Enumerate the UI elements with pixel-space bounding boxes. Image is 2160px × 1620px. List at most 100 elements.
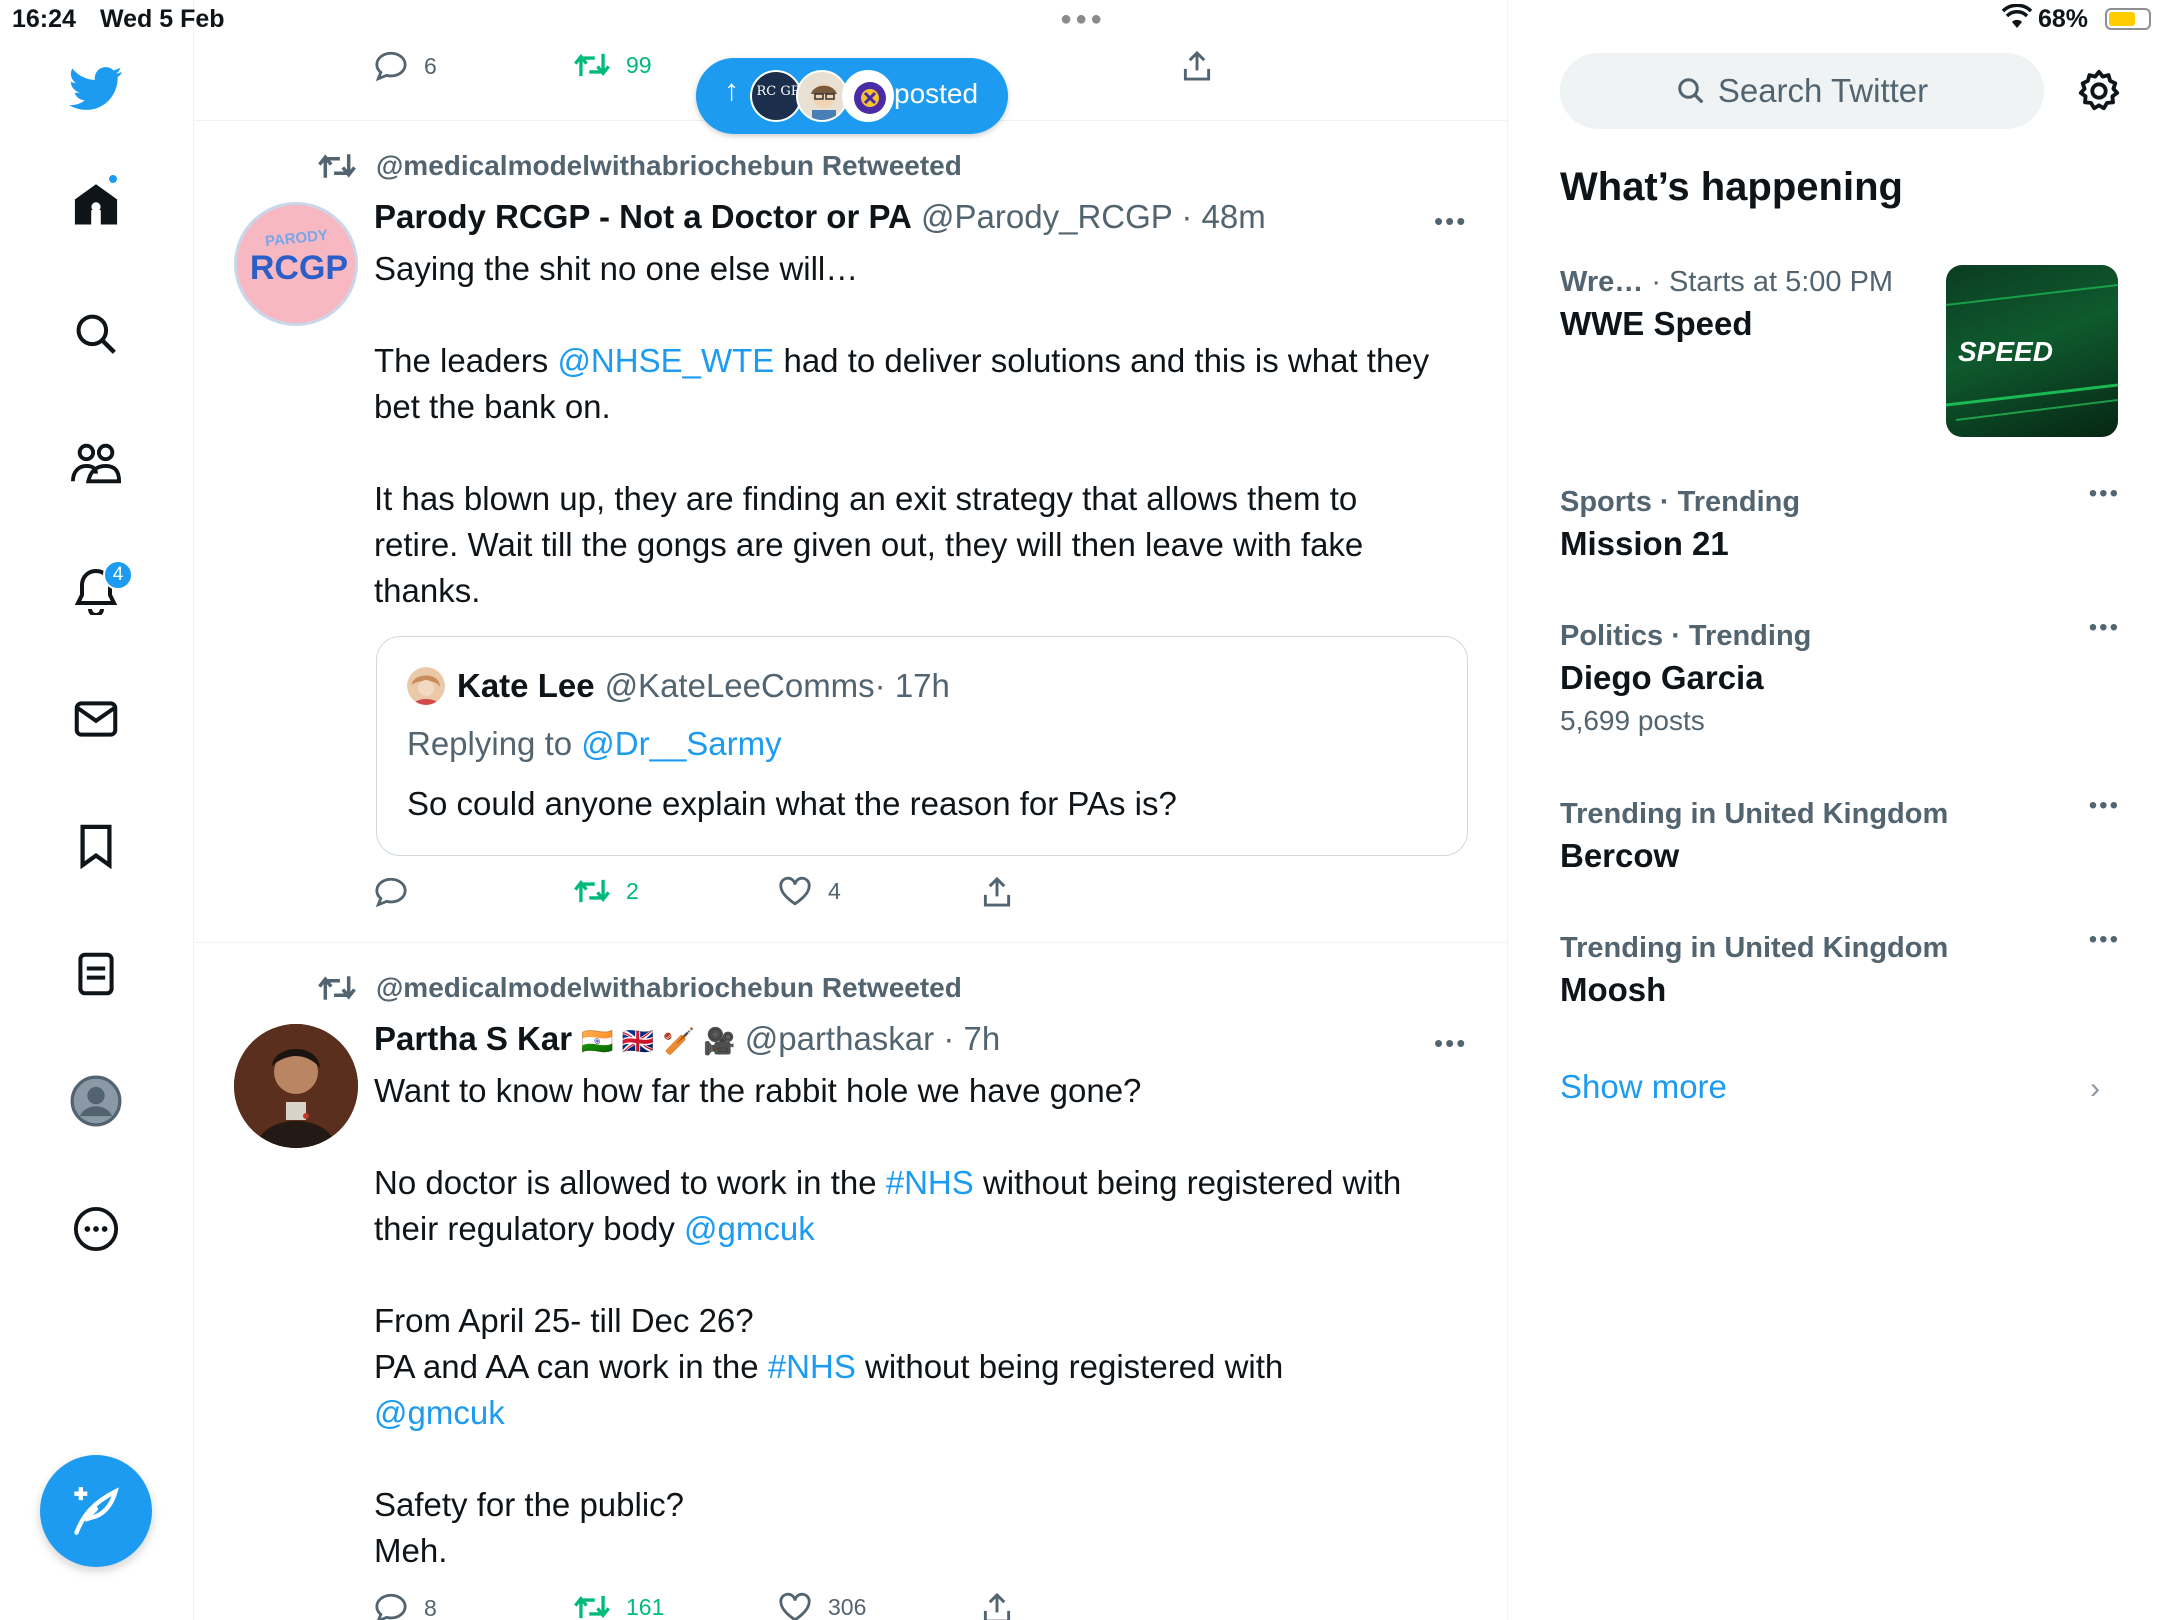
retweet-icon	[574, 53, 610, 77]
share-button[interactable]	[982, 1592, 1028, 1620]
retweeted-by-line: @medicalmodelwithabriochebun Retweeted	[318, 150, 962, 182]
multitasking-dots-icon[interactable]: ●●●	[1060, 8, 1105, 31]
like-button[interactable]: 306	[778, 1592, 866, 1620]
chevron-right-icon[interactable]: ›	[2090, 1072, 2100, 1106]
messages-icon[interactable]	[65, 688, 127, 750]
like-button[interactable]: 4	[778, 876, 841, 906]
trend-item[interactable]: Wre… · Starts at 5:00 PM WWE Speed	[1560, 266, 1940, 343]
mention-link[interactable]: @NHSE_WTE	[557, 342, 774, 379]
show-more-link[interactable]: Show more	[1560, 1068, 1727, 1106]
battery-percent: 68%	[2038, 5, 2089, 33]
author-handle[interactable]: @Parody_RCGP	[921, 198, 1172, 235]
profile-avatar-icon[interactable]	[65, 1070, 127, 1132]
tweet-line-blank	[374, 1252, 1454, 1298]
trend-category: Trending in United Kingdom	[1560, 798, 1949, 830]
quoted-tweet[interactable]: Kate Lee @KateLeeComms · 17h Replying to…	[376, 636, 1468, 856]
trend-item[interactable]: Sports · Trending Mission 21 •••	[1560, 480, 2120, 563]
lists-icon[interactable]	[65, 943, 127, 1005]
home-icon[interactable]	[65, 173, 127, 235]
bookmarks-icon[interactable]	[65, 815, 127, 877]
quote-author-handle[interactable]: @KateLeeComms	[605, 667, 875, 705]
tweet-time[interactable]: · 7h	[943, 1020, 1000, 1057]
tweet-line: Meh.	[374, 1532, 448, 1569]
tweet-line: thanks.	[374, 572, 481, 609]
arrow-up-icon: ↑	[724, 74, 739, 107]
tweet-actions: 8 161 306	[374, 1592, 1234, 1620]
quote-avatar[interactable]	[407, 667, 445, 705]
trend-title: Diego Garcia	[1560, 659, 1764, 696]
reply-button[interactable]: 8	[374, 1592, 437, 1620]
trend-context: Politics · Trending	[1560, 620, 2120, 653]
retweet-button[interactable]: 161	[574, 1592, 664, 1620]
explore-icon[interactable]	[65, 303, 127, 365]
trend-category: Sports	[1560, 486, 1652, 518]
tweet-line: retire. Wait till the gongs are given ou…	[374, 526, 1364, 563]
trend-title: Bercow	[1560, 837, 1680, 874]
notifications-icon[interactable]: 4	[65, 560, 133, 622]
tweet-text-segment: without being registered with	[973, 1164, 1402, 1201]
quote-replying-to: Replying to @Dr__Sarmy	[407, 725, 782, 763]
trend-more-icon[interactable]: •••	[2089, 614, 2120, 642]
tweet-text-segment: their regulatory body	[374, 1210, 685, 1247]
trend-item[interactable]: Politics · Trending Diego Garcia 5,699 p…	[1560, 614, 2120, 737]
author-name[interactable]: Parody RCGP - Not a Doctor or PA	[374, 198, 912, 235]
share-button[interactable]	[1182, 50, 1228, 82]
twitter-logo-icon[interactable]	[65, 58, 127, 120]
hashtag-link[interactable]: #NHS	[886, 1164, 974, 1201]
reply-button[interactable]	[374, 876, 424, 908]
communities-icon[interactable]	[65, 433, 127, 495]
quote-author-name[interactable]: Kate Lee	[457, 667, 595, 705]
tweet-text-segment: without being registered with	[855, 1348, 1284, 1385]
tweet-text: Saying the shit no one else will… The le…	[374, 246, 1454, 614]
tweet-line: No doctor is allowed to work in the #NHS…	[374, 1160, 1454, 1206]
retweet-icon	[318, 976, 356, 1000]
hashtag-link[interactable]: #NHS	[768, 1348, 856, 1385]
trend-item[interactable]: Trending in United Kingdom Moosh •••	[1560, 926, 2120, 1009]
tweet-line: Safety for the public?	[374, 1486, 685, 1523]
tweet-actions: 2 4	[374, 876, 1234, 916]
new-posts-pill[interactable]: ↑ RC GP posted	[696, 58, 1008, 134]
replying-mention-link[interactable]: @Dr__Sarmy	[581, 725, 781, 762]
author-emojis: 🇮🇳 🇬🇧 🏏 🎥	[581, 1027, 736, 1057]
like-count: 306	[828, 1593, 867, 1620]
settings-gear-icon[interactable]	[2076, 68, 2122, 119]
share-button[interactable]	[982, 876, 1028, 908]
avatar-text-top: PARODY	[264, 227, 328, 250]
trend-image-wwe-speed[interactable]: SPEED	[1946, 265, 2118, 437]
mention-link[interactable]: @gmcuk	[374, 1394, 505, 1431]
posted-label: posted	[894, 78, 979, 109]
avatar-partha-s-kar[interactable]	[234, 1024, 358, 1148]
pill-avatar-rcgp: RC GP	[750, 70, 802, 122]
mention-link[interactable]: @gmcuk	[684, 1210, 815, 1247]
trend-more-icon[interactable]: •••	[2089, 926, 2120, 954]
compose-tweet-button[interactable]	[40, 1455, 152, 1567]
retweet-button[interactable]: 99	[574, 50, 652, 80]
notifications-badge: 4	[103, 560, 133, 590]
compose-feather-icon	[74, 1487, 119, 1535]
author-name[interactable]: Partha S Kar	[374, 1020, 572, 1057]
reply-icon	[375, 51, 407, 82]
trend-more-icon[interactable]: •••	[2089, 792, 2120, 820]
reply-button[interactable]: 6	[374, 50, 437, 82]
trend-category: Politics	[1560, 620, 1664, 652]
tweet-time[interactable]: · 48m	[1181, 198, 1265, 235]
search-icon	[1678, 78, 1704, 104]
tweet-line: Want to know how far the rabbit hole we …	[374, 1072, 1142, 1109]
tweet-line-blank	[374, 1436, 1454, 1482]
tweet-line-blank	[374, 1114, 1454, 1160]
tweet-line: The leaders @NHSE_WTE had to deliver sol…	[374, 338, 1454, 384]
tweet-text-segment: No doctor is allowed to work in the	[374, 1164, 886, 1201]
more-options-icon[interactable]	[65, 1198, 127, 1260]
search-input[interactable]: Search Twitter	[1560, 53, 2044, 129]
tweet-line-blank	[374, 430, 1454, 476]
avatar-parody-rcgp[interactable]: PARODY RCGP	[234, 202, 358, 326]
retweet-button[interactable]: 2	[574, 876, 639, 906]
heart-icon	[779, 1592, 811, 1620]
trend-more-icon[interactable]: •••	[2089, 480, 2120, 508]
tweet-more-icon[interactable]: •••	[1434, 1028, 1467, 1059]
trend-title: WWE Speed	[1560, 305, 1753, 342]
tweet-more-icon[interactable]: •••	[1434, 206, 1467, 237]
share-icon	[983, 876, 1011, 907]
trend-item[interactable]: Trending in United Kingdom Bercow •••	[1560, 792, 2120, 875]
author-handle[interactable]: @parthaskar	[745, 1020, 934, 1057]
